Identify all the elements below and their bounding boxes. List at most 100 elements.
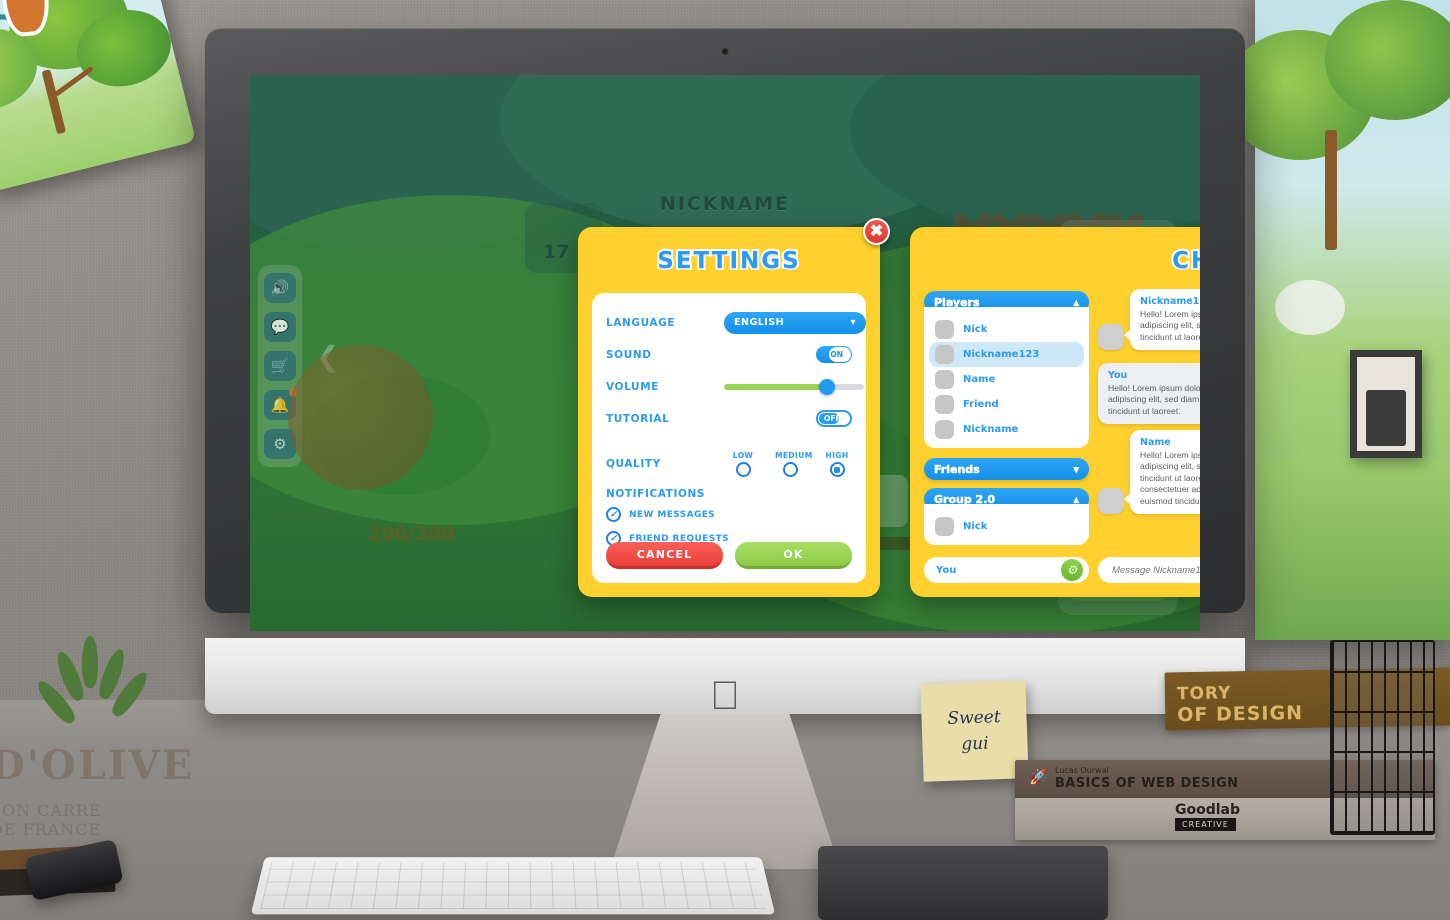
keyboard[interactable] <box>250 857 776 915</box>
poster-line-3: DE FRANCE <box>0 820 102 839</box>
rocket-icon: 🚀 <box>1029 769 1048 786</box>
language-select[interactable]: ENGLISH ▾ <box>724 311 866 334</box>
settings-card: LANGUAGE ENGLISH ▾ SOUND ON VOLUME TUTOR… <box>592 293 866 583</box>
avatar <box>935 395 954 414</box>
quality-radio-high[interactable] <box>822 462 852 477</box>
message-input[interactable] <box>1098 557 1200 583</box>
chat-compose-bar: SEND <box>1098 557 1200 583</box>
notification-new-messages-label: NEW MESSAGES <box>629 509 716 520</box>
sound-label: SOUND <box>606 348 652 361</box>
poster-line-2: SON CARRE <box>0 801 102 820</box>
list-item[interactable]: Nick <box>929 514 1084 539</box>
player-level: 17 <box>543 241 570 263</box>
hud-planet <box>288 345 433 490</box>
chat-icon[interactable]: 💬 <box>264 312 296 342</box>
row-tutorial: TUTORIAL OFF <box>606 403 852 434</box>
settings-close-button[interactable]: ✖ <box>863 218 890 245</box>
chat-message-them: Name Hello! Lorem ipsum dolor sit amet, … <box>1098 430 1200 515</box>
book-author: Lucas Ourwal <box>1055 766 1109 775</box>
chevron-down-icon: ▾ <box>850 317 856 328</box>
current-user-bar: You ⚙ <box>924 557 1089 583</box>
group-group20-list: Nick <box>924 504 1089 545</box>
speaker-icon[interactable]: 🔊 <box>264 273 296 303</box>
language-label: LANGUAGE <box>606 316 676 329</box>
tutorial-toggle[interactable]: OFF <box>816 410 852 427</box>
group-players-label: Players <box>934 295 980 309</box>
sticky-note: Sweet gui <box>920 680 1029 782</box>
message-bubble: You Hello! Lorem ipsum dolor sit amet, c… <box>1098 363 1200 425</box>
ok-button[interactable]: OK <box>735 542 852 569</box>
player-name: Name <box>963 374 996 385</box>
drawing-tablet[interactable] <box>818 846 1108 920</box>
gear-icon[interactable]: ⚙ <box>1061 559 1083 581</box>
player-nickname: NICKNAME <box>659 193 791 215</box>
heart-icon <box>962 203 988 227</box>
book-title: BASICS OF WEB DESIGN <box>1055 776 1239 791</box>
group-group20-label: Group 2.0 <box>934 492 996 506</box>
notification-new-messages[interactable]: ✓ NEW MESSAGES <box>606 507 852 522</box>
sound-toggle[interactable]: ON <box>816 346 852 363</box>
chevron-up-icon: ▴ <box>1073 492 1079 506</box>
volume-slider-fill <box>724 383 825 390</box>
quality-option-high-label: HIGH <box>825 451 849 460</box>
group-header-friends[interactable]: Friends ▾ <box>924 458 1089 480</box>
volume-slider-knob[interactable] <box>819 378 836 395</box>
list-item[interactable]: Nickname123 <box>929 342 1084 367</box>
sticky-note-line-2: gui <box>960 733 989 755</box>
avatar <box>1098 488 1124 515</box>
book-title-line-2: OF DESIGN <box>1177 702 1304 727</box>
avatar <box>935 420 954 439</box>
row-sound: SOUND ON <box>606 339 852 370</box>
chat-message-me: You Hello! Lorem ipsum dolor sit amet, c… <box>1098 363 1200 425</box>
quality-radio-low[interactable] <box>728 462 758 477</box>
current-user-name: You <box>936 564 957 576</box>
player-name: Nickname123 <box>963 349 1040 360</box>
message-text: Hello! Lorem ipsum dolor sit amet, conse… <box>1140 450 1200 506</box>
apple-logo-icon:  <box>710 676 740 716</box>
chat-message-them: Nickname123 Hello! Lorem ipsum dolor sit… <box>1098 289 1200 351</box>
group-friends-label: Friends <box>934 462 980 476</box>
chevron-down-icon: ▾ <box>1073 462 1079 476</box>
quality-radio-medium[interactable] <box>775 462 805 477</box>
row-language: LANGUAGE ENGLISH ▾ <box>606 307 866 338</box>
settings-button-row: CANCEL OK <box>606 542 852 569</box>
list-item[interactable]: Name <box>929 367 1084 392</box>
shop-icon[interactable]: 🛒 <box>264 351 296 381</box>
message-text: Hello! Lorem ipsum dolor sit amet, conse… <box>1140 309 1200 342</box>
row-quality: QUALITY LOW MEDIUM HIGH <box>606 435 852 477</box>
screen: 17 NICKNAME 🔊 💬 🛒 🔔 ⚙ ❮ <box>250 75 1200 631</box>
list-item[interactable]: Nick <box>929 317 1084 342</box>
notifications-label: NOTIFICATIONS <box>606 488 706 500</box>
hud-score: 200/300 <box>368 523 455 545</box>
settings-dialog: SETTINGS ✖ LANGUAGE ENGLISH ▾ SOUND ON V… <box>578 218 890 597</box>
sound-toggle-label: ON <box>830 350 843 359</box>
quality-radio-group <box>728 462 852 477</box>
avatar <box>935 517 954 536</box>
cancel-button[interactable]: CANCEL <box>606 542 723 569</box>
message-author: Name <box>1140 437 1171 448</box>
player-name: Friend <box>963 399 999 410</box>
volume-slider[interactable] <box>724 378 864 395</box>
list-item[interactable]: Friend <box>929 392 1084 417</box>
avatar <box>935 345 954 364</box>
chat-title: CHAT <box>1170 246 1200 276</box>
avatar <box>935 320 954 339</box>
chat-messages: Nickname123 Hello! Lorem ipsum dolor sit… <box>1098 289 1200 549</box>
checkbox-checked-icon: ✓ <box>606 507 621 522</box>
message-text: Hello! Lorem ipsum dolor sit amet, conse… <box>1108 383 1200 416</box>
imac-computer: 17 NICKNAME 🔊 💬 🛒 🔔 ⚙ ❮ <box>205 28 1245 869</box>
chat-contacts-column: Players ▴ Nick Nickname123 Name Friend N… <box>924 291 1089 545</box>
book-subtitle: CREATIVE <box>1175 818 1236 831</box>
list-item[interactable]: Nickname <box>929 417 1084 442</box>
avatar <box>1098 324 1124 351</box>
tutorial-label: TUTORIAL <box>606 412 670 425</box>
wall-art-right <box>1225 0 1450 640</box>
book-title-line-1: TORY <box>1176 683 1232 705</box>
player-name: Nickname <box>963 424 1019 435</box>
message-author: You <box>1108 370 1128 381</box>
quality-option-medium-label: MEDIUM <box>775 451 813 460</box>
language-value: ENGLISH <box>734 317 785 328</box>
quality-label: QUALITY <box>606 458 661 470</box>
message-author: Nickname123 <box>1140 296 1200 307</box>
message-bubble: Name Hello! Lorem ipsum dolor sit amet, … <box>1124 430 1200 515</box>
